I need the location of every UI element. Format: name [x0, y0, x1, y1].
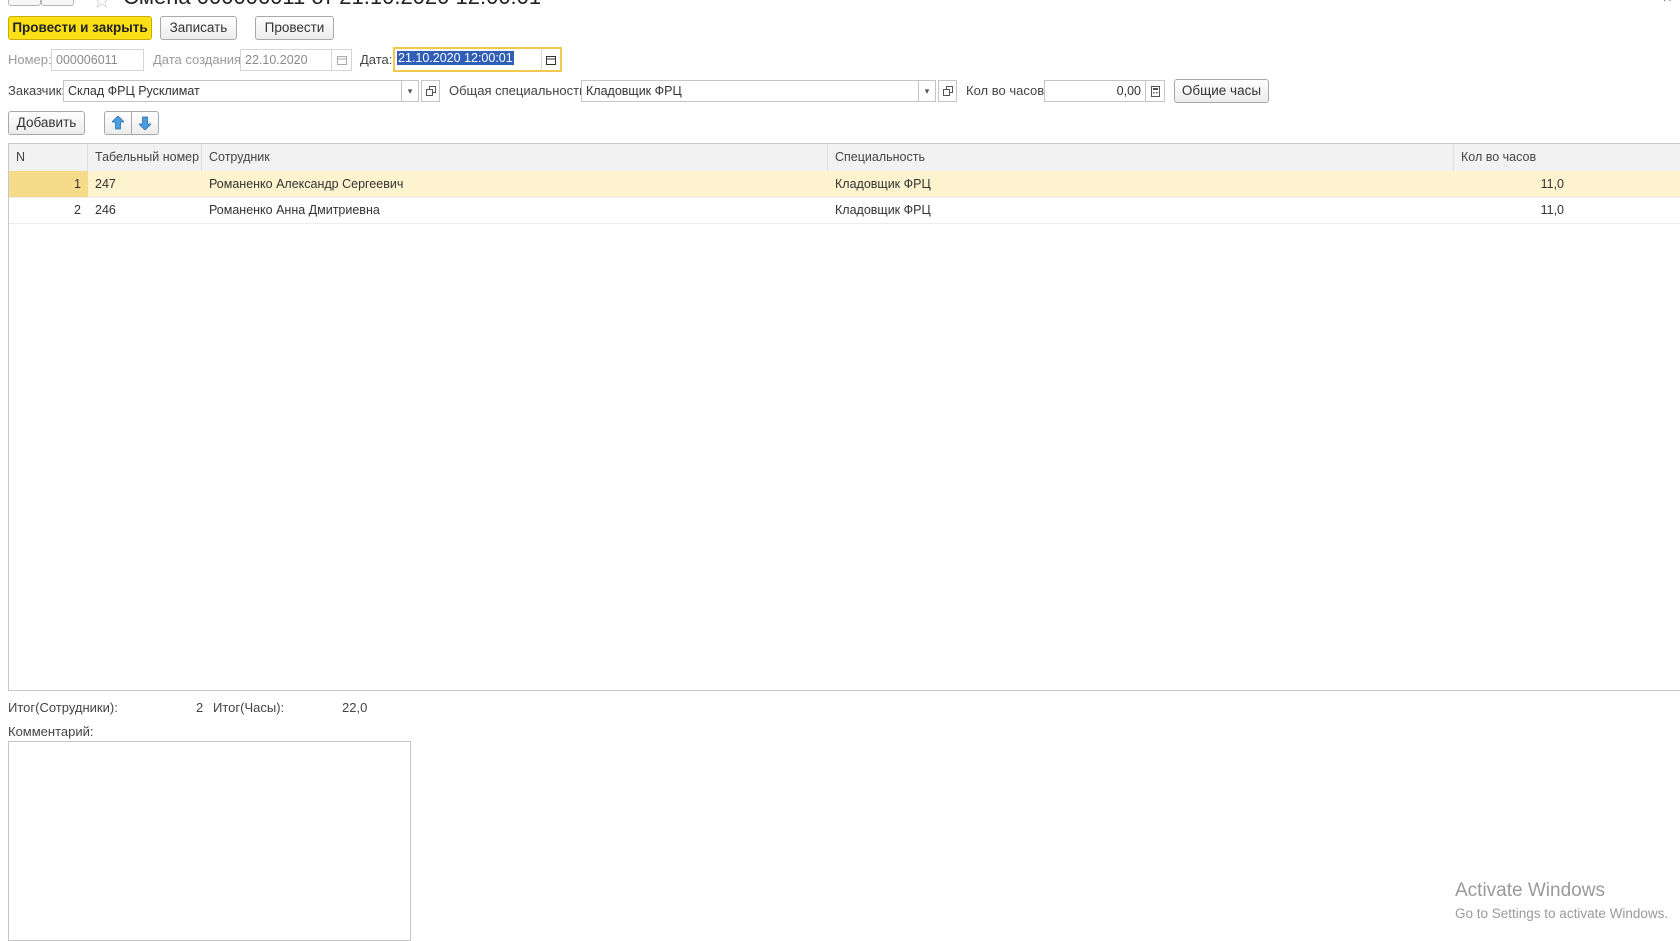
back-button[interactable] — [8, 0, 41, 6]
customer-dropdown-button[interactable]: ▾ — [402, 80, 419, 102]
move-down-button[interactable] — [131, 111, 159, 135]
cell-employee: Романенко Анна Дмитриевна — [209, 203, 380, 217]
created-date-field[interactable]: 22.10.2020 — [240, 49, 332, 71]
arrow-down-icon — [138, 116, 152, 131]
column-header-n[interactable]: N — [9, 144, 88, 171]
table-header: N Табельный номер Сотрудник Специальност… — [9, 144, 1680, 172]
post-and-close-button[interactable]: Провести и закрыть — [8, 16, 152, 40]
cell-tab-number: 246 — [95, 203, 116, 217]
activate-windows-title: Activate Windows — [1455, 880, 1605, 901]
specialty-dropdown-button[interactable]: ▾ — [919, 80, 936, 102]
created-date-label: Дата создания: — [153, 52, 245, 67]
employees-table[interactable]: N Табельный номер Сотрудник Специальност… — [8, 143, 1680, 691]
cell-hours: 11,0 — [1540, 203, 1564, 217]
cell-n: 1 — [9, 171, 88, 197]
cell-tab-number: 247 — [95, 177, 116, 191]
hours-label: Кол во часов: — [966, 83, 1048, 98]
date-field[interactable]: 21.10.2020 12:00:01 — [393, 47, 542, 72]
chevron-down-icon: ▾ — [924, 85, 930, 96]
date-calendar-button[interactable] — [541, 47, 562, 72]
column-header-employee[interactable]: Сотрудник — [202, 144, 828, 171]
created-calendar-button[interactable] — [332, 49, 352, 71]
close-icon[interactable]: × — [1663, 0, 1672, 8]
column-header-hours[interactable]: Кол во часов — [1454, 144, 1680, 171]
specialty-label: Общая специальность: — [449, 83, 590, 98]
number-label: Номер: — [8, 52, 52, 67]
total-hours-button[interactable]: Общие часы — [1174, 79, 1269, 103]
calculator-icon — [1150, 85, 1160, 97]
move-up-button[interactable] — [104, 111, 132, 135]
post-button[interactable]: Провести — [255, 16, 334, 40]
total-hours-value: 22,0 — [342, 700, 368, 715]
window-title: Смена 000006011 от 21.10.2020 12:00:01 — [123, 0, 541, 8]
open-window-icon — [942, 86, 953, 96]
table-row[interactable]: 2 246 Романенко Анна Дмитриевна Кладовщи… — [9, 197, 1680, 224]
column-header-tab-number[interactable]: Табельный номер — [88, 144, 202, 171]
comment-label: Комментарий: — [8, 724, 94, 739]
save-button[interactable]: Записать — [160, 16, 237, 40]
star-icon[interactable]: ☆ — [92, 0, 112, 12]
customer-field[interactable]: Склад ФРЦ Русклимат — [63, 80, 402, 102]
add-button[interactable]: Добавить — [8, 111, 85, 135]
number-field[interactable]: 000006011 — [51, 49, 144, 71]
specialty-field[interactable]: Кладовщик ФРЦ — [581, 80, 919, 102]
cell-specialty: Кладовщик ФРЦ — [835, 177, 931, 191]
forward-button[interactable] — [41, 0, 74, 6]
cell-specialty: Кладовщик ФРЦ — [835, 203, 931, 217]
calculator-button[interactable] — [1146, 80, 1165, 102]
date-value: 21.10.2020 12:00:01 — [397, 51, 514, 65]
customer-open-button[interactable] — [421, 80, 440, 102]
total-employees-label: Итог(Сотрудники): — [8, 700, 118, 715]
date-label: Дата: — [360, 52, 393, 67]
specialty-open-button[interactable] — [938, 80, 957, 102]
calendar-icon — [336, 56, 347, 65]
hours-field[interactable]: 0,00 — [1044, 80, 1146, 102]
table-row[interactable]: 1 247 Романенко Александр Сергеевич Клад… — [9, 171, 1680, 198]
total-hours-label: Итог(Часы): — [213, 700, 285, 715]
arrow-up-icon — [111, 115, 125, 130]
comment-textarea[interactable] — [8, 741, 411, 941]
cell-n: 2 — [74, 203, 81, 217]
calendar-icon — [546, 55, 556, 65]
open-window-icon — [425, 86, 436, 96]
cell-employee: Романенко Александр Сергеевич — [209, 177, 404, 191]
total-employees-value: 2 — [196, 700, 204, 715]
column-header-specialty[interactable]: Специальность — [828, 144, 1454, 171]
cell-hours: 11,0 — [1540, 177, 1564, 191]
chevron-down-icon: ▾ — [407, 85, 413, 96]
activate-windows-subtitle: Go to Settings to activate Windows. — [1455, 906, 1669, 921]
customer-label: Заказчик: — [8, 83, 66, 98]
